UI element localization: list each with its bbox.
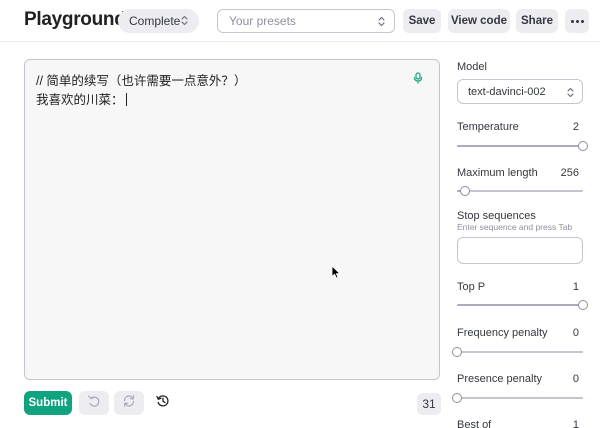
model-select-value: text-davinci-002 — [468, 85, 546, 98]
top-p-value[interactable]: 1 — [573, 281, 579, 293]
prompt-editor[interactable]: // 简单的续写（也许需要一点意外？） 我喜欢的川菜： — [24, 59, 440, 380]
stop-sequences-label: Stop sequences — [457, 210, 536, 222]
best-of-value[interactable]: 1 — [573, 419, 579, 428]
text-caret — [125, 93, 127, 106]
max-length-value[interactable]: 256 — [561, 167, 579, 179]
top-p-label: Top P — [457, 281, 486, 293]
prompt-line-1: // 简单的续写（也许需要一点意外？） — [36, 74, 247, 88]
view-code-button[interactable]: View code — [448, 9, 510, 33]
chevron-updown-icon — [180, 14, 189, 30]
share-button[interactable]: Share — [516, 9, 558, 33]
refresh-icon — [122, 394, 136, 413]
token-count-badge: 31 — [417, 393, 441, 415]
microphone-icon[interactable] — [413, 71, 423, 89]
undo-icon — [87, 394, 101, 413]
chevron-updown-icon — [566, 86, 575, 102]
temperature-label: Temperature — [457, 121, 519, 133]
slider-fill — [457, 145, 583, 147]
slider-fill — [457, 304, 583, 306]
history-button[interactable] — [154, 394, 172, 412]
chevron-updown-icon — [377, 15, 386, 31]
slider-thumb[interactable] — [578, 300, 588, 310]
best-of-label: Best of — [457, 419, 492, 428]
undo-button[interactable] — [79, 391, 109, 415]
temperature-value[interactable]: 2 — [573, 121, 579, 133]
regenerate-button[interactable] — [114, 391, 144, 415]
mode-select[interactable]: Complete — [118, 9, 199, 33]
model-select[interactable]: text-davinci-002 — [457, 79, 583, 104]
max-length-slider[interactable] — [457, 186, 583, 196]
page-title: Playground — [24, 9, 126, 30]
mouse-pointer-icon — [331, 265, 341, 284]
stop-sequences-input[interactable] — [457, 237, 583, 264]
prompt-line-2: 我喜欢的川菜： — [36, 93, 124, 107]
slider-thumb[interactable] — [459, 186, 470, 196]
temperature-slider[interactable] — [457, 141, 588, 151]
more-horizontal-icon — [570, 19, 584, 23]
submit-button[interactable]: Submit — [24, 391, 72, 415]
frequency-penalty-slider[interactable] — [452, 347, 583, 357]
prompt-text: // 简单的续写（也许需要一点意外？） 我喜欢的川菜： — [36, 72, 246, 110]
more-options-button[interactable] — [565, 9, 589, 33]
history-icon — [156, 394, 170, 413]
presets-placeholder: Your presets — [229, 14, 296, 28]
max-length-label: Maximum length — [457, 167, 538, 179]
frequency-penalty-label: Frequency penalty — [457, 327, 548, 339]
slider-thumb[interactable] — [452, 347, 462, 357]
model-label: Model — [457, 61, 487, 73]
slider-thumb[interactable] — [452, 393, 462, 403]
top-p-slider[interactable] — [457, 300, 588, 310]
top-bar: Playground Complete Your presets Save Vi… — [0, 0, 600, 42]
mode-select-value: Complete — [129, 14, 181, 28]
frequency-penalty-value[interactable]: 0 — [573, 327, 579, 339]
presets-select[interactable]: Your presets — [217, 9, 395, 33]
save-button[interactable]: Save — [403, 9, 441, 33]
presence-penalty-label: Presence penalty — [457, 373, 542, 385]
slider-thumb[interactable] — [578, 141, 588, 151]
presence-penalty-slider[interactable] — [452, 393, 583, 403]
stop-sequences-hint: Enter sequence and press Tab — [457, 222, 573, 232]
presence-penalty-value[interactable]: 0 — [573, 373, 579, 385]
